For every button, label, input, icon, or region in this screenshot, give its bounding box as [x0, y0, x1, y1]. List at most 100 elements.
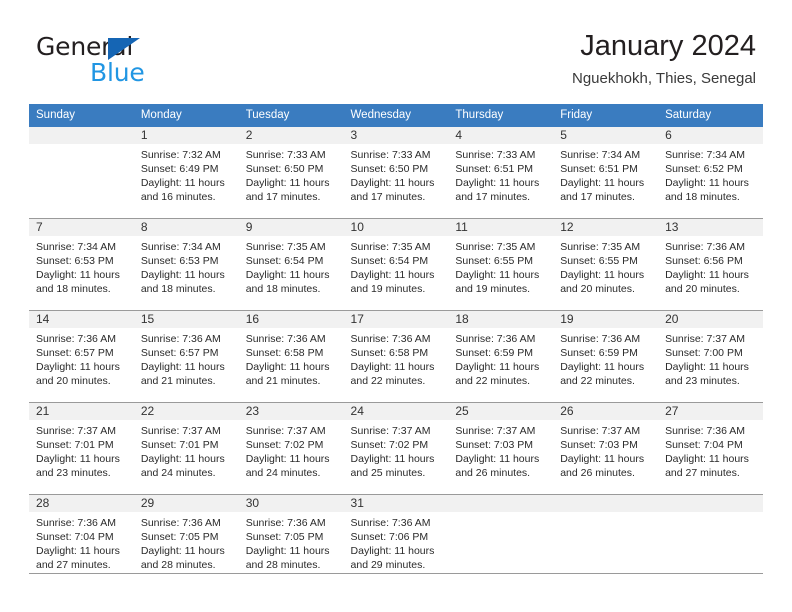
sunrise-text: Sunrise: 7:36 AM [140, 517, 221, 529]
calendar-page: General Blue January 2024 Nguekhokh, Thi… [0, 0, 792, 612]
sunrise-text: Sunrise: 7:36 AM [350, 517, 431, 529]
calendar-day-cell[interactable]: 6 Sunrise: 7:34 AM Sunset: 6:52 PM Daylight… [658, 127, 763, 218]
daylight-text-line2: and 29 minutes. [350, 559, 426, 572]
daylight-text-line2: and 17 minutes. [455, 191, 531, 204]
sunset-text: Sunset: 6:53 PM [140, 255, 219, 268]
daylight-text-line2: and 18 minutes. [140, 283, 216, 296]
sunrise-text: Sunrise: 7:36 AM [245, 517, 326, 529]
sunrise-text: Sunrise: 7:37 AM [350, 425, 431, 437]
calendar-day-cell[interactable]: 4 Sunrise: 7:33 AM Sunset: 6:51 PM Daylight… [448, 127, 554, 218]
day-number: 13 [658, 219, 763, 236]
calendar-day-cell[interactable]: 26 Sunrise: 7:37 AM Sunset: 7:03 PM Dayligh… [553, 403, 659, 494]
calendar-day-cell[interactable]: 5 Sunrise: 7:34 AM Sunset: 6:51 PM Daylight… [553, 127, 659, 218]
daylight-text-line2: and 17 minutes. [245, 191, 321, 204]
day-number: 20 [658, 311, 763, 328]
calendar-day-cell[interactable]: 21 Sunrise: 7:37 AM Sunset: 7:01 PM Dayligh… [29, 403, 134, 494]
daylight-text-line1: Daylight: 11 hours [665, 453, 749, 466]
daylight-text-line1: Daylight: 11 hours [665, 361, 749, 374]
calendar-day-cell[interactable]: 17 Sunrise: 7:36 AM Sunset: 6:58 PM Dayligh… [343, 311, 449, 402]
day-number: 31 [343, 495, 449, 512]
sunrise-text: Sunrise: 7:33 AM [455, 149, 536, 161]
daylight-text-line1: Daylight: 11 hours [560, 361, 645, 374]
daylight-text-line2: and 26 minutes. [455, 467, 531, 480]
daylight-text-line2: and 18 minutes. [36, 283, 111, 296]
sunset-text: Sunset: 6:58 PM [350, 347, 429, 360]
day-number: 9 [238, 219, 344, 236]
calendar-day-cell[interactable]: 27 Sunrise: 7:36 AM Sunset: 7:04 PM Dayligh… [658, 403, 763, 494]
calendar-day-cell[interactable]: 24 Sunrise: 7:37 AM Sunset: 7:02 PM Dayligh… [343, 403, 449, 494]
daylight-text-line1: Daylight: 11 hours [140, 545, 225, 558]
calendar-day-cell[interactable]: 11 Sunrise: 7:35 AM Sunset: 6:55 PM Dayligh… [448, 219, 554, 310]
day-details: Sunrise: 7:32 AM Sunset: 6:49 PM Daylight:… [134, 144, 239, 204]
daylight-text-line2: and 18 minutes. [665, 191, 740, 204]
day-details: Sunrise: 7:33 AM Sunset: 6:51 PM Daylight:… [448, 144, 553, 204]
day-number: 4 [448, 127, 554, 144]
sunrise-text: Sunrise: 7:33 AM [350, 149, 431, 161]
day-details: Sunrise: 7:34 AM Sunset: 6:52 PM Daylight:… [658, 144, 763, 204]
calendar-grid: Sunday Monday Tuesday Wednesday Thursday… [29, 104, 763, 586]
day-details: Sunrise: 7:37 AM Sunset: 7:01 PM Daylight:… [29, 420, 134, 480]
calendar-week-row: 21 Sunrise: 7:37 AM Sunset: 7:01 PM Dayligh… [29, 402, 763, 495]
day-details: Sunrise: 7:36 AM Sunset: 6:59 PM Daylight:… [448, 328, 553, 388]
calendar-day-cell[interactable]: 2 Sunrise: 7:33 AM Sunset: 6:50 PM Daylight… [238, 127, 344, 218]
calendar-day-cell[interactable]: 10 Sunrise: 7:35 AM Sunset: 6:54 PM Dayligh… [343, 219, 449, 310]
day-number: 18 [448, 311, 554, 328]
day-details: Sunrise: 7:37 AM Sunset: 7:01 PM Daylight:… [134, 420, 239, 480]
day-details: Sunrise: 7:36 AM Sunset: 6:57 PM Daylight:… [29, 328, 134, 388]
sunset-text: Sunset: 7:03 PM [455, 439, 534, 452]
sunset-text: Sunset: 6:53 PM [36, 255, 114, 268]
calendar-day-cell[interactable]: 22 Sunrise: 7:37 AM Sunset: 7:01 PM Dayligh… [133, 403, 239, 494]
day-details: Sunrise: 7:36 AM Sunset: 7:06 PM Daylight:… [344, 512, 449, 572]
sunset-text: Sunset: 7:01 PM [140, 439, 219, 452]
sunrise-text: Sunrise: 7:36 AM [245, 333, 326, 345]
daylight-text-line2: and 27 minutes. [36, 559, 111, 572]
daylight-text-line2: and 20 minutes. [560, 283, 635, 296]
sunrise-text: Sunrise: 7:37 AM [455, 425, 536, 437]
daylight-text-line2: and 23 minutes. [36, 467, 111, 480]
calendar-day-cell[interactable]: 14 Sunrise: 7:36 AM Sunset: 6:57 PM Dayligh… [29, 311, 134, 402]
day-number: 14 [29, 311, 134, 328]
day-details: Sunrise: 7:36 AM Sunset: 6:58 PM Daylight:… [239, 328, 344, 388]
day-details: Sunrise: 7:36 AM Sunset: 7:04 PM Daylight:… [658, 420, 763, 480]
calendar-cell-empty [29, 127, 134, 218]
calendar-day-cell[interactable]: 1 Sunrise: 7:32 AM Sunset: 6:49 PM Daylight… [133, 127, 239, 218]
calendar-day-cell[interactable]: 15 Sunrise: 7:36 AM Sunset: 6:57 PM Dayligh… [133, 311, 239, 402]
calendar-day-cell[interactable]: 12 Sunrise: 7:35 AM Sunset: 6:55 PM Dayligh… [553, 219, 659, 310]
sunset-text: Sunset: 6:50 PM [350, 163, 429, 176]
day-number: 23 [238, 403, 344, 420]
calendar-day-cell[interactable]: 19 Sunrise: 7:36 AM Sunset: 6:59 PM Dayligh… [553, 311, 659, 402]
day-number: 7 [29, 219, 134, 236]
daylight-text-line2: and 18 minutes. [245, 283, 321, 296]
daylight-text-line2: and 22 minutes. [455, 375, 531, 388]
calendar-day-cell[interactable]: 13 Sunrise: 7:36 AM Sunset: 6:56 PM Dayligh… [658, 219, 763, 310]
calendar-day-cell[interactable]: 7 Sunrise: 7:34 AM Sunset: 6:53 PM Daylight… [29, 219, 134, 310]
sunset-text: Sunset: 6:57 PM [36, 347, 114, 360]
day-number: 27 [658, 403, 763, 420]
sunrise-text: Sunrise: 7:36 AM [665, 241, 746, 253]
day-details: Sunrise: 7:36 AM Sunset: 6:59 PM Daylight:… [553, 328, 658, 388]
daylight-text-line1: Daylight: 11 hours [140, 453, 225, 466]
calendar-day-cell[interactable]: 23 Sunrise: 7:37 AM Sunset: 7:02 PM Dayligh… [238, 403, 344, 494]
calendar-day-cell[interactable]: 25 Sunrise: 7:37 AM Sunset: 7:03 PM Dayligh… [448, 403, 554, 494]
daylight-text-line1: Daylight: 11 hours [350, 177, 435, 190]
calendar-day-cell[interactable]: 18 Sunrise: 7:36 AM Sunset: 6:59 PM Dayligh… [448, 311, 554, 402]
day-number: 29 [133, 495, 239, 512]
calendar-day-cell[interactable]: 8 Sunrise: 7:34 AM Sunset: 6:53 PM Daylight… [133, 219, 239, 310]
generalblue-logo[interactable]: General Blue [36, 34, 216, 90]
calendar-day-cell[interactable]: 9 Sunrise: 7:35 AM Sunset: 6:54 PM Daylight… [238, 219, 344, 310]
day-details: Sunrise: 7:35 AM Sunset: 6:55 PM Daylight:… [553, 236, 658, 296]
calendar-day-cell[interactable]: 20 Sunrise: 7:37 AM Sunset: 7:00 PM Dayligh… [658, 311, 763, 402]
day-details: Sunrise: 7:36 AM Sunset: 7:05 PM Daylight:… [134, 512, 239, 572]
sunrise-text: Sunrise: 7:37 AM [140, 425, 221, 437]
sunrise-text: Sunrise: 7:37 AM [560, 425, 641, 437]
daylight-text-line2: and 28 minutes. [140, 559, 216, 572]
calendar-week-row: 14 Sunrise: 7:36 AM Sunset: 6:57 PM Dayligh… [29, 310, 763, 403]
calendar-day-cell[interactable]: 16 Sunrise: 7:36 AM Sunset: 6:58 PM Dayligh… [238, 311, 344, 402]
calendar-day-cell[interactable]: 3 Sunrise: 7:33 AM Sunset: 6:50 PM Daylight… [343, 127, 449, 218]
day-number: 3 [343, 127, 449, 144]
daylight-text-line1: Daylight: 11 hours [140, 177, 225, 190]
day-number: 19 [553, 311, 659, 328]
daylight-text-line2: and 24 minutes. [245, 467, 321, 480]
daylight-text-line2: and 20 minutes. [36, 375, 111, 388]
daylight-text-line2: and 19 minutes. [455, 283, 531, 296]
